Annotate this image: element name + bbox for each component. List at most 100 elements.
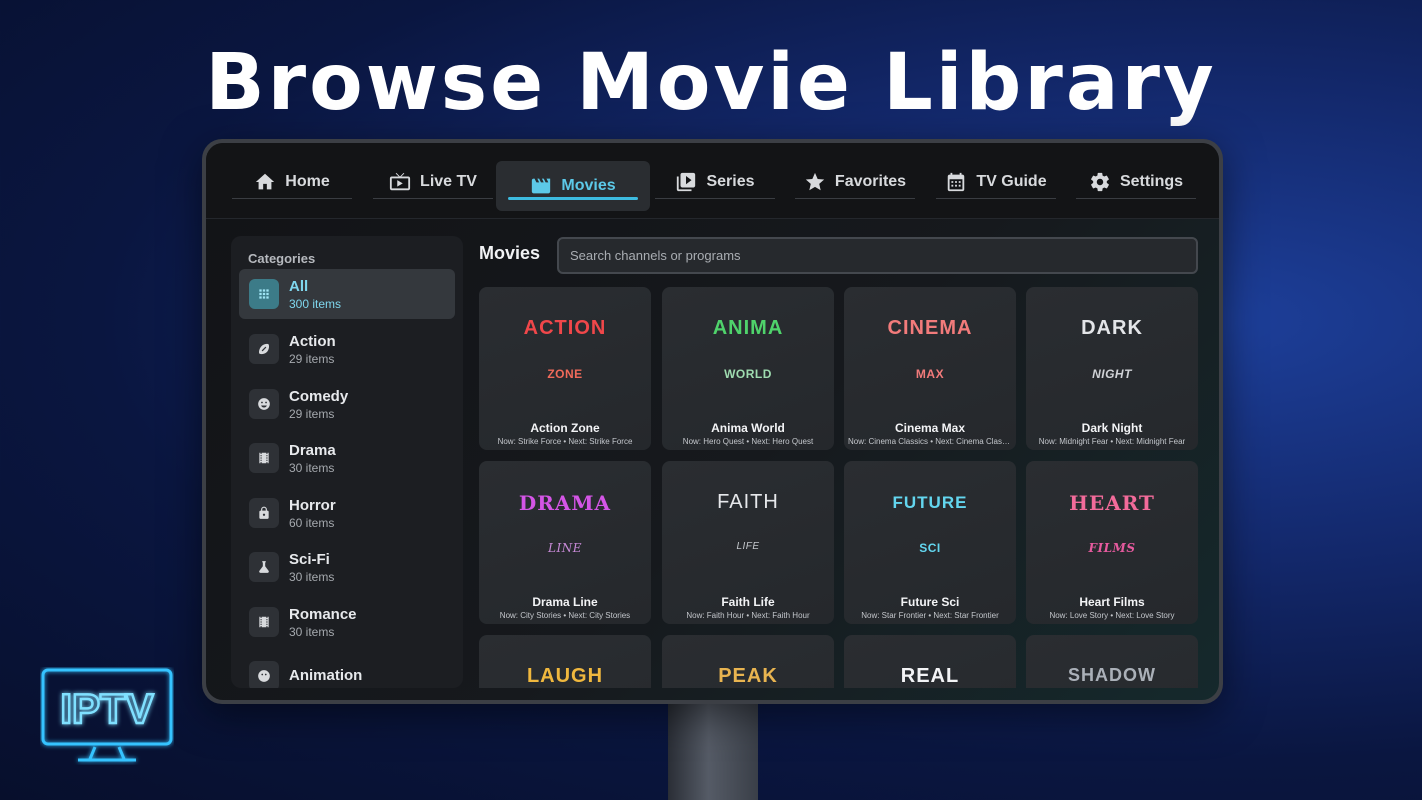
card-schedule: Now: Cinema Classics • Next: Cinema Clas… bbox=[848, 437, 1012, 446]
movie-card[interactable]: DARK NIGHT Dark Night Now: Midnight Fear… bbox=[1026, 287, 1198, 450]
card-schedule: Now: Strike Force • Next: Strike Force bbox=[497, 437, 633, 446]
section-title: Movies bbox=[479, 243, 541, 263]
calendar-icon bbox=[948, 172, 965, 191]
card-logo-main: HEART bbox=[1069, 491, 1155, 515]
card-title: Cinema Max bbox=[894, 421, 966, 435]
movie-grid: ACTION ZONE Action Zone Now: Strike Forc… bbox=[479, 287, 1199, 688]
card-logo-main: LAUGH bbox=[526, 665, 604, 687]
category-action[interactable]: Action 29 items bbox=[239, 324, 455, 374]
grid-icon bbox=[259, 289, 269, 299]
star-icon bbox=[805, 172, 825, 190]
card-schedule: Now: Love Story • Next: Love Story bbox=[1049, 611, 1175, 620]
nav-series[interactable]: Series bbox=[655, 165, 775, 199]
tv-stand bbox=[668, 700, 758, 800]
lock-icon bbox=[259, 506, 269, 519]
category-name: Animation bbox=[289, 666, 363, 684]
category-horror[interactable]: Horror 60 items bbox=[239, 488, 455, 538]
category-name: Action bbox=[289, 332, 336, 350]
film-strip-icon bbox=[259, 452, 269, 464]
category-count: 300 items bbox=[289, 296, 342, 311]
nav-settings[interactable]: Settings bbox=[1076, 165, 1196, 199]
card-logo-sub: LINE bbox=[548, 541, 582, 555]
tv-frame: Home Live TV Movies Series Favorites TV … bbox=[202, 139, 1223, 704]
category-count: 29 items bbox=[289, 351, 335, 366]
promo-headline: Browse Movie Library bbox=[205, 38, 1217, 128]
category-sci-fi[interactable]: Sci-Fi 30 items bbox=[239, 542, 455, 592]
nav-series-label: Series bbox=[706, 172, 755, 190]
nav-movies[interactable]: Movies bbox=[496, 161, 650, 211]
movie-card[interactable]: REAL bbox=[844, 635, 1016, 688]
nav-favorites[interactable]: Favorites bbox=[795, 165, 915, 199]
category-count: 60 items bbox=[289, 515, 335, 530]
smiley-icon bbox=[258, 398, 270, 410]
nav-tv-guide-label: TV Guide bbox=[976, 172, 1047, 190]
card-schedule: Now: City Stories • Next: City Stories bbox=[499, 611, 631, 620]
category-name: Comedy bbox=[289, 387, 349, 405]
category-name: Drama bbox=[289, 441, 336, 459]
card-logo-sub: FILMS bbox=[1088, 541, 1136, 555]
category-animation[interactable]: Animation bbox=[239, 651, 455, 688]
nav-movies-label: Movies bbox=[561, 177, 616, 194]
card-schedule: Now: Star Frontier • Next: Star Frontier bbox=[861, 611, 999, 620]
movie-card[interactable]: FAITH LIFE Faith Life Now: Faith Hour • … bbox=[662, 461, 834, 624]
nav-favorites-label: Favorites bbox=[834, 172, 907, 190]
card-logo-sub: ZONE bbox=[547, 367, 583, 381]
card-logo-main: PEAK bbox=[718, 665, 778, 687]
card-title: Dark Night bbox=[1081, 421, 1143, 435]
movie-card[interactable]: CINEMA MAX Cinema Max Now: Cinema Classi… bbox=[844, 287, 1016, 450]
football-icon bbox=[259, 343, 270, 355]
card-title: Future Sci bbox=[900, 595, 960, 609]
nav-home[interactable]: Home bbox=[232, 165, 352, 199]
category-comedy[interactable]: Comedy 29 items bbox=[239, 379, 455, 429]
iptv-logo-icon: IPTV bbox=[41, 668, 173, 762]
card-logo-main: SHADOW bbox=[1068, 665, 1156, 685]
home-icon bbox=[256, 173, 275, 189]
category-name: Romance bbox=[289, 605, 357, 623]
nav-live-tv[interactable]: Live TV bbox=[373, 165, 493, 199]
nav-tv-guide[interactable]: TV Guide bbox=[936, 165, 1056, 199]
card-schedule: Now: Faith Hour • Next: Faith Hour bbox=[686, 611, 810, 620]
card-logo-main: DARK bbox=[1081, 317, 1143, 339]
card-title: Drama Line bbox=[532, 595, 598, 609]
category-romance[interactable]: Romance 30 items bbox=[239, 597, 455, 647]
nav-settings-label: Settings bbox=[1119, 172, 1184, 190]
card-logo-sub: NIGHT bbox=[1092, 367, 1132, 381]
card-logo-main: DRAMA bbox=[518, 491, 612, 515]
card-title: Heart Films bbox=[1079, 595, 1145, 609]
category-count: 29 items bbox=[289, 406, 335, 421]
movie-card[interactable]: PEAK bbox=[662, 635, 834, 688]
tv-icon bbox=[389, 172, 411, 190]
card-title: Anima World bbox=[711, 421, 785, 435]
category-name: Sci-Fi bbox=[289, 550, 330, 568]
card-logo-main: FAITH bbox=[717, 491, 779, 513]
clapperboard-icon bbox=[532, 178, 551, 194]
movie-card[interactable]: ACTION ZONE Action Zone Now: Strike Forc… bbox=[479, 287, 651, 450]
card-logo-main: REAL bbox=[900, 665, 960, 687]
nav-live-tv-label: Live TV bbox=[420, 172, 477, 190]
nav-home-label: Home bbox=[285, 172, 330, 190]
movie-card[interactable]: LAUGH bbox=[479, 635, 651, 688]
movie-card[interactable]: DRAMA LINE Drama Line Now: City Stories … bbox=[479, 461, 651, 624]
app-screen: Home Live TV Movies Series Favorites TV … bbox=[206, 143, 1219, 700]
movie-card[interactable]: ANIMA WORLD Anima World Now: Hero Quest … bbox=[662, 287, 834, 450]
category-all[interactable]: All 300 items bbox=[239, 269, 455, 319]
card-logo-main: CINEMA bbox=[887, 317, 973, 339]
category-count: 30 items bbox=[289, 569, 335, 584]
card-title: Action Zone bbox=[530, 421, 600, 435]
categories-title: Categories bbox=[248, 251, 316, 266]
search-input[interactable] bbox=[557, 237, 1198, 274]
movie-card[interactable]: FUTURE SCI Future Sci Now: Star Frontier… bbox=[844, 461, 1016, 624]
movie-card[interactable]: HEART FILMS Heart Films Now: Love Story … bbox=[1026, 461, 1198, 624]
face-icon bbox=[258, 670, 270, 682]
iptv-logo-text: IPTV bbox=[60, 685, 153, 732]
film-strip-icon bbox=[259, 616, 269, 628]
card-logo-sub: LIFE bbox=[736, 541, 760, 552]
category-name: All bbox=[289, 277, 309, 295]
card-logo-sub: SCI bbox=[919, 541, 941, 555]
flask-icon bbox=[259, 561, 269, 573]
category-drama[interactable]: Drama 30 items bbox=[239, 433, 455, 483]
card-logo-sub: MAX bbox=[915, 367, 945, 381]
play-library-icon bbox=[677, 172, 696, 191]
movie-card[interactable]: SHADOW bbox=[1026, 635, 1198, 688]
card-title: Faith Life bbox=[721, 595, 775, 609]
